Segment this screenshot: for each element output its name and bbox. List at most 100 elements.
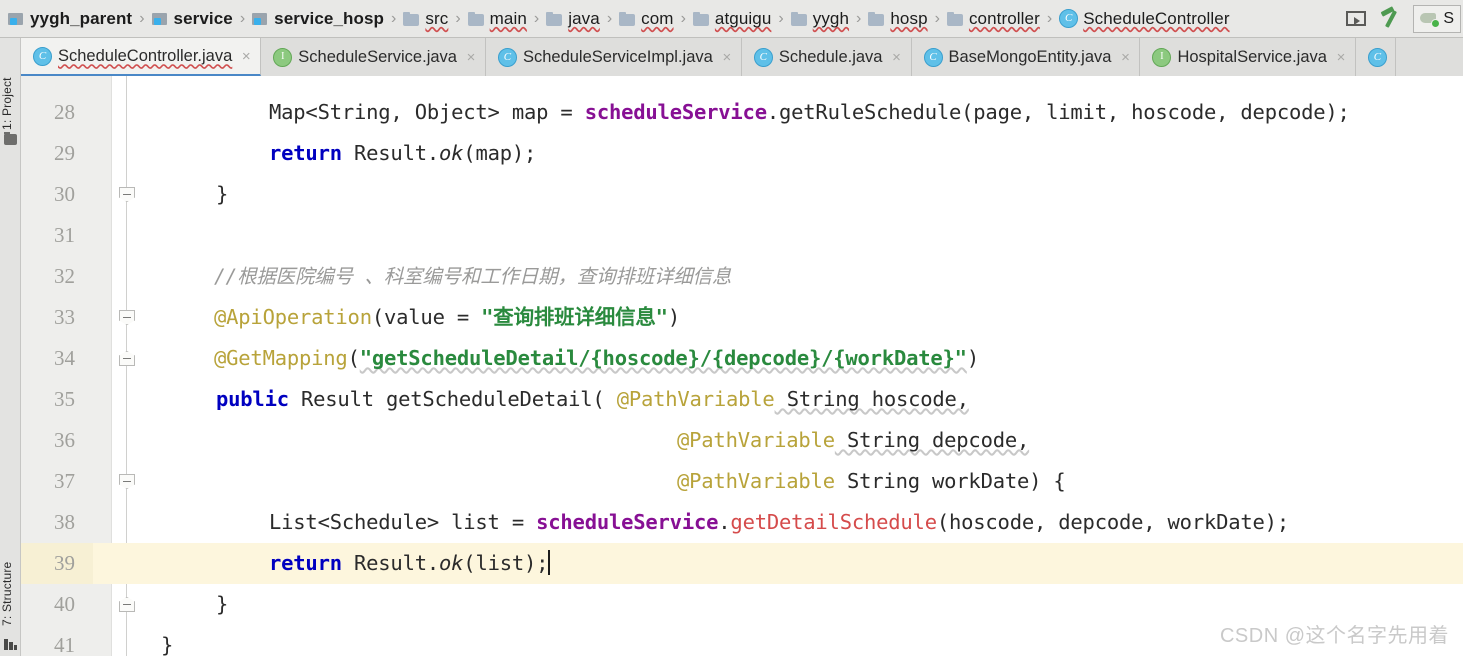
code-row[interactable]: 37 @PathVariable String workDate) {: [21, 461, 1463, 502]
code-text: @GetMapping("getScheduleDetail/{hoscode}…: [214, 346, 979, 370]
breadcrumb-label: src: [425, 8, 449, 28]
tab-label: ScheduleService.java: [298, 47, 457, 66]
breadcrumb-item-yygh[interactable]: yygh: [789, 0, 851, 37]
code-row[interactable]: 34 @GetMapping("getScheduleDetail/{hosco…: [21, 338, 1463, 379]
tab-label: ScheduleServiceImpl.java: [522, 47, 713, 66]
class-icon: C: [33, 46, 52, 66]
line-number: 36: [54, 428, 75, 452]
tab-basemongoentity-java[interactable]: C BaseMongoEntity.java ×: [911, 38, 1141, 76]
breadcrumb-item-hosp[interactable]: hosp: [866, 0, 929, 37]
tab-scheduleserviceimpl-java[interactable]: C ScheduleServiceImpl.java ×: [485, 38, 742, 76]
code-row[interactable]: 31: [21, 215, 1463, 256]
folder-icon: [403, 11, 420, 26]
close-icon[interactable]: ×: [238, 48, 252, 65]
fold-marker[interactable]: [119, 597, 135, 612]
breadcrumb-label: java: [568, 8, 600, 28]
breadcrumb-separator: ›: [856, 9, 862, 27]
code-text: }: [216, 182, 229, 206]
code-row[interactable]: 32 //根据医院编号 、科室编号和工作日期，查询排班详细信息: [21, 256, 1463, 297]
code-row[interactable]: 35 public Result getScheduleDetail( @Pat…: [21, 379, 1463, 420]
line-number: 41: [54, 633, 75, 656]
fold-marker[interactable]: [119, 310, 135, 325]
code-text: }: [161, 633, 174, 656]
breadcrumb-label: main: [489, 8, 527, 28]
class-icon: C: [923, 47, 943, 67]
folder-icon: [868, 11, 885, 26]
breadcrumb-item-java[interactable]: java: [544, 0, 602, 37]
close-icon[interactable]: ×: [1117, 49, 1131, 66]
code-row[interactable]: 36 @PathVariable String depcode,: [21, 420, 1463, 461]
line-number: 39: [21, 543, 93, 584]
close-icon[interactable]: ×: [889, 49, 903, 66]
breadcrumb-item-service[interactable]: service: [150, 0, 235, 37]
interface-icon: I: [273, 47, 293, 67]
breadcrumb-separator: ›: [239, 9, 246, 27]
left-tool-strip: 1: Project 7: Structure: [0, 38, 21, 656]
interface-icon: I: [1152, 47, 1172, 67]
tool-window-button-structure[interactable]: 7: Structure: [0, 536, 21, 626]
breadcrumb-item-src[interactable]: src: [401, 0, 450, 37]
breadcrumb-label: ScheduleController: [1083, 8, 1230, 28]
folder-icon: [692, 11, 710, 26]
line-number: 33: [54, 305, 75, 329]
class-icon: C: [497, 47, 517, 67]
breadcrumb-item-main[interactable]: main: [466, 0, 529, 37]
tab-schedulecontroller-java[interactable]: C ScheduleController.java ×: [21, 38, 262, 76]
tab-overflow[interactable]: C: [1355, 38, 1396, 76]
code-row[interactable]: 28 Map<String, Object> map = scheduleSer…: [21, 92, 1463, 133]
code-text: @ApiOperation(value = "查询排班详细信息"): [214, 305, 680, 329]
close-icon[interactable]: ×: [719, 49, 733, 66]
folder-icon: [619, 11, 636, 26]
line-number: 28: [54, 100, 75, 124]
code-text: return Result.ok(list);: [269, 550, 551, 575]
code-row[interactable]: 33 @ApiOperation(value = "查询排班详细信息"): [21, 297, 1463, 338]
breadcrumb-label: hosp: [890, 8, 928, 28]
code-row-current[interactable]: 39 return Result.ok(list);: [21, 543, 1463, 584]
breadcrumb-item-com[interactable]: com: [617, 0, 675, 37]
line-number: 29: [54, 141, 75, 165]
tool-window-button-project[interactable]: 1: Project: [0, 40, 21, 130]
module-icon: [151, 12, 169, 26]
code-text: }: [216, 592, 229, 616]
fold-marker[interactable]: [119, 474, 135, 489]
line-number: 31: [54, 223, 75, 247]
hammer-build-icon[interactable]: [1380, 8, 1402, 30]
breadcrumb-label: service: [173, 8, 233, 28]
breadcrumb-item-schedulecontroller[interactable]: C ScheduleController: [1057, 0, 1231, 37]
close-icon[interactable]: ×: [1333, 49, 1347, 66]
tab-hospitalservice-java[interactable]: I HospitalService.java ×: [1140, 38, 1356, 76]
line-number: 37: [54, 469, 75, 493]
fold-marker[interactable]: [119, 351, 135, 366]
fold-marker[interactable]: [119, 187, 135, 202]
breadcrumb-item-yygh_parent[interactable]: yygh_parent: [6, 0, 134, 37]
code-editor[interactable]: @PathVariable String depcode) { 28 Map<S…: [21, 76, 1463, 656]
folder-icon: [790, 11, 808, 26]
close-icon[interactable]: ×: [463, 49, 477, 66]
line-number: 30: [54, 182, 75, 206]
breadcrumb-label: controller: [968, 8, 1040, 28]
breadcrumb-label: yygh_parent: [30, 8, 133, 28]
tab-label: Schedule.java: [778, 47, 883, 66]
code-text: @PathVariable String depcode,: [677, 428, 1030, 452]
breadcrumb-item-controller[interactable]: controller: [945, 0, 1042, 37]
tab-schedule-java[interactable]: C Schedule.java ×: [741, 38, 912, 76]
breadcrumb-item-service_hosp[interactable]: service_hosp: [250, 0, 386, 37]
line-number: 35: [54, 387, 75, 411]
breadcrumb-separator: ›: [391, 9, 397, 27]
code-row[interactable]: 29 return Result.ok(map);: [21, 133, 1463, 174]
class-icon: C: [753, 47, 773, 67]
code-row[interactable]: 38 List<Schedule> list = scheduleService…: [21, 502, 1463, 543]
breadcrumb-separator: ›: [533, 9, 540, 27]
text-caret: [548, 550, 551, 575]
code-row[interactable]: 30 }: [21, 174, 1463, 215]
tab-scheduleservice-java[interactable]: I ScheduleService.java ×: [261, 38, 486, 76]
run-configurations-icon[interactable]: [1346, 11, 1367, 26]
tab-label: HospitalService.java: [1177, 47, 1327, 66]
breadcrumb-label: atguigu: [714, 8, 772, 28]
breadcrumb-label: com: [641, 8, 674, 28]
code-text: return Result.ok(map);: [269, 141, 537, 165]
folder-icon: [546, 11, 563, 26]
code-text: @PathVariable String workDate) {: [677, 469, 1066, 493]
run-configuration-selector[interactable]: S: [1413, 4, 1461, 33]
breadcrumb-item-atguigu[interactable]: atguigu: [691, 0, 773, 37]
